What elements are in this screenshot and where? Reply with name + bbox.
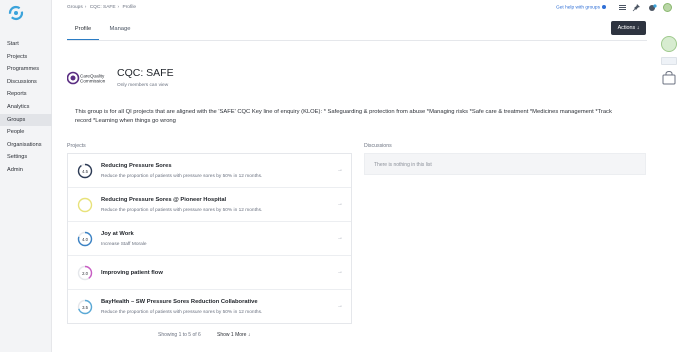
empty-state-message: There is nothing in this list bbox=[374, 162, 432, 168]
score-ring-icon: 2.0 bbox=[77, 265, 93, 281]
bag-icon[interactable] bbox=[661, 71, 677, 85]
svg-text:4.5: 4.5 bbox=[82, 169, 88, 174]
project-description: Reduce the proportion of patients with p… bbox=[101, 309, 263, 315]
tab-profile[interactable]: Profile bbox=[67, 20, 99, 40]
user-avatar[interactable] bbox=[663, 3, 672, 12]
sidebar-item-programmes[interactable]: Programmes bbox=[7, 63, 52, 76]
pagination-status: Showing 1 to 5 of 6 bbox=[158, 332, 201, 338]
score-ring-icon: 3.5 bbox=[77, 299, 93, 315]
sync-logo-icon[interactable] bbox=[8, 5, 24, 21]
project-title: Reducing Pressure Sores bbox=[101, 163, 172, 169]
project-description: Increase Staff Morale bbox=[101, 241, 147, 247]
list-item[interactable]: 4.5 Reducing Pressure Sores Reduce the p… bbox=[68, 154, 351, 188]
care-quality-commission-logo: CareQuality Commission bbox=[67, 71, 106, 85]
chevron-right-icon: → bbox=[337, 201, 343, 207]
list-item[interactable]: 2.0 Improving patient flow → bbox=[68, 256, 351, 290]
projects-heading: Projects bbox=[67, 143, 86, 149]
breadcrumb-group[interactable]: CQC: SAFE bbox=[90, 5, 116, 10]
top-bar: Groups › CQC: SAFE › Profile Get help with… bbox=[52, 0, 688, 16]
sidebar-item-start[interactable]: Start bbox=[7, 38, 52, 51]
svg-text:4.0: 4.0 bbox=[82, 237, 88, 242]
list-item[interactable]: 4.0 Joy at Work Increase Staff Morale → bbox=[68, 222, 351, 256]
sidebar-item-people[interactable]: People bbox=[7, 126, 52, 139]
list-item[interactable]: 3.5 BayHealth – SW Pressure Sores Reduct… bbox=[68, 290, 351, 324]
sidebar-item-admin[interactable]: Admin bbox=[7, 164, 52, 177]
project-description: Reduce the proportion of patients with p… bbox=[101, 173, 263, 179]
help-link-label: Get help with groups bbox=[556, 5, 600, 11]
project-title: Reducing Pressure Sores @ Pioneer Hospit… bbox=[101, 197, 227, 203]
chevron-right-icon: → bbox=[337, 167, 343, 173]
info-icon bbox=[602, 5, 606, 9]
list-icon[interactable] bbox=[618, 3, 627, 12]
group-visibility: Only members can view bbox=[117, 83, 169, 88]
chevron-right-icon: → bbox=[337, 235, 343, 241]
group-description: This group is for all QI projects that a… bbox=[75, 109, 612, 124]
sidebar-item-projects[interactable]: Projects bbox=[7, 51, 52, 64]
breadcrumb-groups[interactable]: Groups bbox=[67, 5, 83, 10]
notification-icon[interactable] bbox=[648, 3, 657, 12]
svg-text:3.5: 3.5 bbox=[82, 305, 88, 310]
svg-text:2.0: 2.0 bbox=[82, 271, 88, 276]
sidebar-item-settings[interactable]: Settings bbox=[7, 151, 52, 164]
breadcrumb-current: Profile bbox=[122, 5, 137, 10]
score-ring-icon: 4.0 bbox=[77, 231, 93, 247]
discussions-heading: Discussions bbox=[364, 143, 392, 149]
tab-divider bbox=[67, 40, 647, 41]
sidebar-item-reports[interactable]: Reports bbox=[7, 88, 52, 101]
chevron-right-icon: → bbox=[337, 303, 343, 309]
member-card[interactable] bbox=[661, 57, 677, 65]
member-avatar[interactable] bbox=[661, 36, 677, 52]
pin-icon[interactable] bbox=[632, 3, 641, 12]
sidebar-item-discussions[interactable]: Discussions bbox=[7, 76, 52, 89]
help-link[interactable]: Get help with groups bbox=[556, 5, 606, 10]
project-title: BayHealth – SW Pressure Sores Reduction … bbox=[101, 299, 258, 305]
score-ring-icon bbox=[77, 197, 93, 213]
page-title: CQC: SAFE bbox=[117, 67, 174, 79]
project-description: Reduce the proportion of patients with p… bbox=[101, 207, 263, 213]
list-item[interactable]: Reducing Pressure Sores @ Pioneer Hospit… bbox=[68, 188, 351, 222]
breadcrumb: Groups › CQC: SAFE › Profile bbox=[67, 5, 137, 10]
score-ring-icon: 4.5 bbox=[77, 163, 93, 179]
discussions-list: There is nothing in this list bbox=[364, 153, 646, 175]
project-title: Improving patient flow bbox=[101, 270, 163, 276]
projects-list: 4.5 Reducing Pressure Sores Reduce the p… bbox=[67, 153, 352, 324]
tab-manage[interactable]: Manage bbox=[107, 20, 133, 40]
actions-button[interactable]: Actions ↓ bbox=[611, 21, 646, 35]
project-title: Joy at Work bbox=[101, 231, 134, 237]
sidebar-item-organisations[interactable]: Organisations bbox=[7, 139, 52, 152]
chevron-right-icon: → bbox=[337, 269, 343, 275]
sidebar-item-groups[interactable]: Groups bbox=[0, 113, 52, 127]
sidebar-nav: Start Projects Programmes Discussions Re… bbox=[0, 38, 52, 177]
sidebar: Start Projects Programmes Discussions Re… bbox=[0, 0, 52, 352]
logo-text-line2: Commission bbox=[80, 79, 106, 84]
show-more-button[interactable]: Show 1 More ↓ bbox=[217, 332, 250, 338]
sidebar-item-analytics[interactable]: Analytics bbox=[7, 101, 52, 114]
